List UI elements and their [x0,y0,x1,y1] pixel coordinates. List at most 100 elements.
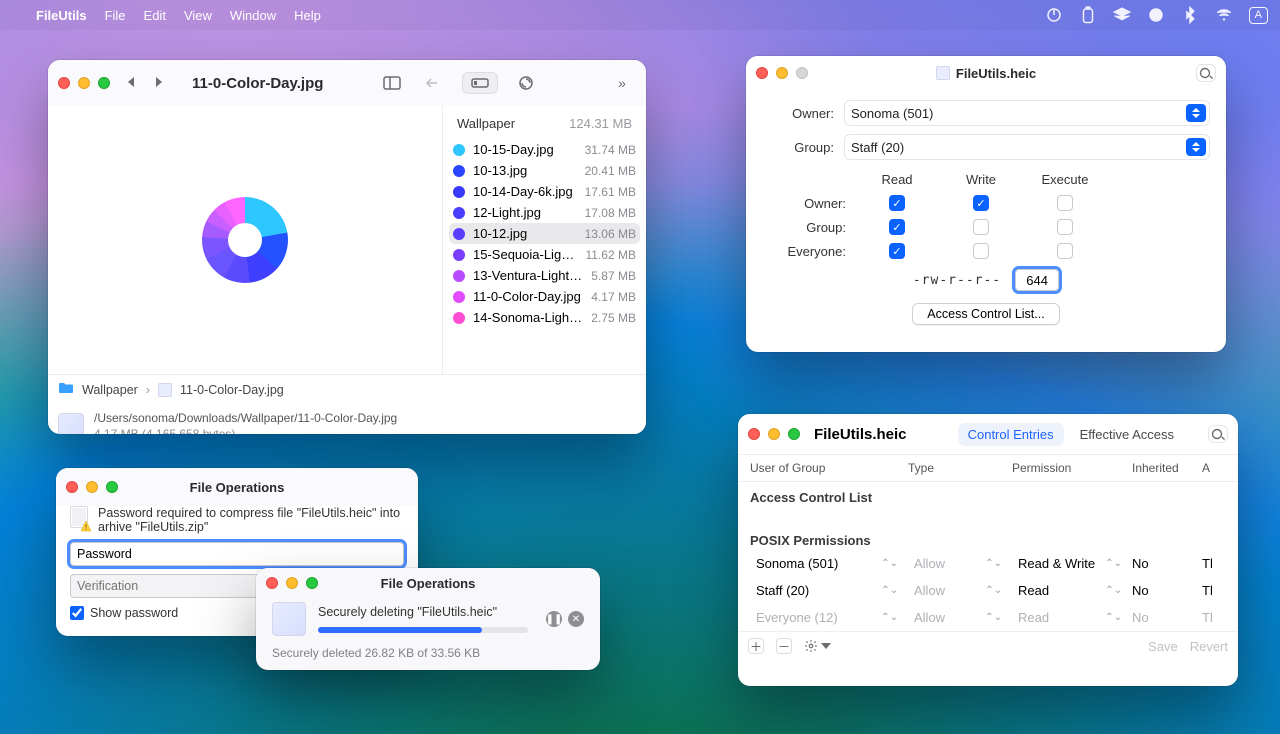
zoom-icon[interactable] [306,577,318,589]
app-name[interactable]: FileUtils [36,8,87,23]
remove-button[interactable]: － [776,638,792,654]
status-battery-icon[interactable] [1079,6,1097,24]
nav-back-button[interactable] [128,74,142,92]
file-size: 13.06 MB [585,227,636,241]
close-icon[interactable] [58,77,70,89]
everyone-read-checkbox[interactable]: ✓ [889,243,905,259]
owner-read-checkbox[interactable]: ✓ [889,195,905,211]
more-menu-icon[interactable] [1208,425,1228,443]
menu-help[interactable]: Help [294,8,321,23]
menu-view[interactable]: View [184,8,212,23]
close-icon[interactable] [66,481,78,493]
status-input-source[interactable]: A [1249,7,1268,24]
mode-octal-input[interactable] [1015,269,1059,291]
save-button[interactable]: Save [1148,639,1178,654]
minimize-icon[interactable] [776,67,788,79]
list-item[interactable]: 10-15-Day.jpg31.74 MB [443,139,646,160]
principal-cell[interactable]: Everyone (12)⌃⌄ [750,608,904,627]
status-power-icon[interactable] [1045,6,1063,24]
color-swatch-icon [453,207,465,219]
cancel-button[interactable]: ✕ [568,611,584,627]
section-acl: Access Control List [738,482,1238,507]
zoom-icon[interactable] [98,77,110,89]
delete-headline: Securely deleting "FileUtils.heic" [318,605,528,619]
list-item[interactable]: 14-Sonoma-Light...2.75 MB [443,307,646,328]
show-password-checkbox[interactable] [70,606,84,620]
add-button[interactable]: ＋ [748,638,764,654]
list-item[interactable]: 10-13.jpg20.41 MB [443,160,646,181]
file-size: 17.61 MB [585,185,636,199]
col-principal: User of Group [750,461,904,475]
breadcrumb-folder[interactable]: Wallpaper [82,383,138,397]
table-row[interactable]: Everyone (12)⌃⌄Allow⌃⌄Read⌃⌄NoTl [738,604,1238,631]
gear-menu-icon[interactable] [804,639,831,653]
preview-thumb-icon [58,413,84,434]
table-row[interactable]: Sonoma (501)⌃⌄Allow⌃⌄Read & Write⌃⌄NoTl [738,550,1238,577]
view-mode-icon[interactable] [462,72,498,94]
list-item[interactable]: 12-Light.jpg17.08 MB [443,202,646,223]
minimize-icon[interactable] [86,481,98,493]
zoom-icon[interactable] [106,481,118,493]
password-input[interactable] [70,542,404,566]
list-item[interactable]: 13-Ventura-Light....5.87 MB [443,265,646,286]
overflow-icon[interactable]: » [608,72,636,94]
close-icon[interactable] [266,577,278,589]
group-read-checkbox[interactable]: ✓ [889,219,905,235]
toggle-sidebar-icon[interactable] [378,72,406,94]
status-bluetooth-icon[interactable] [1181,6,1199,24]
everyone-write-checkbox[interactable] [973,243,989,259]
minimize-icon[interactable] [768,428,780,440]
everyone-execute-checkbox[interactable] [1057,243,1073,259]
more-menu-icon[interactable] [1196,64,1216,82]
type-cell[interactable]: Allow⌃⌄ [908,608,1008,627]
menu-window[interactable]: Window [230,8,276,23]
principal-cell[interactable]: Staff (20)⌃⌄ [750,581,904,600]
menu-edit[interactable]: Edit [144,8,166,23]
list-item[interactable]: 11-0-Color-Day.jpg4.17 MB [443,286,646,307]
permission-cell[interactable]: Read & Write⌃⌄ [1012,554,1128,573]
owner-execute-checkbox[interactable] [1057,195,1073,211]
pause-button[interactable]: ❚❚ [546,611,562,627]
owner-value: Sonoma (501) [851,106,933,121]
principal-cell[interactable]: Sonoma (501)⌃⌄ [750,554,904,573]
zoom-icon[interactable] [788,428,800,440]
a-cell: Tl [1202,583,1226,598]
acl-button[interactable]: Access Control List... [912,303,1059,325]
list-item[interactable]: 10-12.jpg13.06 MB [449,223,640,244]
menu-file[interactable]: File [105,8,126,23]
tab-control-entries[interactable]: Control Entries [958,423,1064,446]
group-select[interactable]: Staff (20) [844,134,1210,160]
minimize-icon[interactable] [286,577,298,589]
close-icon[interactable] [748,428,760,440]
col-execute: Execute [1032,172,1098,187]
col-read: Read [864,172,930,187]
undo-icon[interactable] [420,72,448,94]
tab-effective-access[interactable]: Effective Access [1070,423,1184,446]
status-wifi-icon[interactable] [1215,6,1233,24]
breadcrumb-file[interactable]: 11-0-Color-Day.jpg [180,383,284,397]
nav-forward-button[interactable] [156,74,170,92]
list-item[interactable]: 15-Sequoia-Ligh...11.62 MB [443,244,646,265]
close-icon[interactable] [756,67,768,79]
window-title: FileUtils.heic [956,66,1036,81]
table-row[interactable]: Staff (20)⌃⌄Allow⌃⌄Read⌃⌄NoTl [738,577,1238,604]
window-delete: File Operations Securely deleting "FileU… [256,568,600,670]
sync-icon[interactable] [512,72,540,94]
status-timemachine-icon[interactable] [1147,6,1165,24]
group-write-checkbox[interactable] [973,219,989,235]
status-stack-icon[interactable] [1113,6,1131,24]
permission-cell[interactable]: Read⌃⌄ [1012,581,1128,600]
revert-button[interactable]: Revert [1190,639,1228,654]
permission-cell[interactable]: Read⌃⌄ [1012,608,1128,627]
type-cell[interactable]: Allow⌃⌄ [908,554,1008,573]
group-execute-checkbox[interactable] [1057,219,1073,235]
owner-select[interactable]: Sonoma (501) [844,100,1210,126]
menu-bar: FileUtils File Edit View Window Help A [0,0,1280,30]
minimize-icon[interactable] [78,77,90,89]
list-item[interactable]: 10-14-Day-6k.jpg17.61 MB [443,181,646,202]
owner-write-checkbox[interactable]: ✓ [973,195,989,211]
type-cell[interactable]: Allow⌃⌄ [908,581,1008,600]
col-perm: Permission [1012,461,1128,475]
file-name: 10-15-Day.jpg [473,142,577,157]
color-swatch-icon [453,165,465,177]
